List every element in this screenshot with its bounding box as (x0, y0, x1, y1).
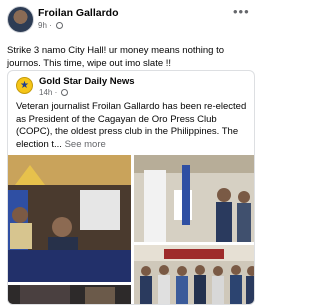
see-more-link[interactable]: See more (65, 139, 106, 150)
photo-group[interactable] (134, 245, 254, 304)
photo-speaker-image (8, 155, 131, 282)
shared-page-name[interactable]: Gold Star Daily News (39, 76, 135, 87)
shared-text-body: Veteran journalist Froilan Gallardo has … (16, 101, 247, 150)
photo-ballots[interactable] (134, 155, 254, 242)
post-time-label[interactable]: 9h (38, 21, 47, 30)
shared-post-time[interactable]: 14h · (39, 88, 69, 97)
post-header: Froilan Gallardo 9h · ••• (0, 0, 262, 36)
globe-icon (61, 89, 69, 96)
star-icon: ★ (20, 80, 29, 91)
photo-partial[interactable] (8, 285, 131, 304)
photo-group-image (134, 245, 254, 304)
photo-ballots-image (134, 155, 254, 242)
globe-icon (56, 22, 64, 29)
photo-speaker[interactable] (8, 155, 131, 282)
post-time[interactable]: 9h · (38, 21, 64, 30)
shared-post-card[interactable]: ★ Gold Star Daily News 14h · Veteran jou… (7, 70, 255, 305)
shared-post-text: Veteran journalist Froilan Gallardo has … (16, 101, 250, 151)
author-name[interactable]: Froilan Gallardo (38, 7, 119, 19)
post-text: Strike 3 namo City Hall! ur money means … (7, 45, 225, 69)
shared-time-label[interactable]: 14h (39, 88, 52, 97)
photo-partial-image (8, 285, 131, 304)
page-logo[interactable]: ★ (16, 77, 33, 94)
more-options-icon[interactable]: ••• (233, 4, 250, 19)
author-avatar[interactable] (7, 6, 34, 33)
